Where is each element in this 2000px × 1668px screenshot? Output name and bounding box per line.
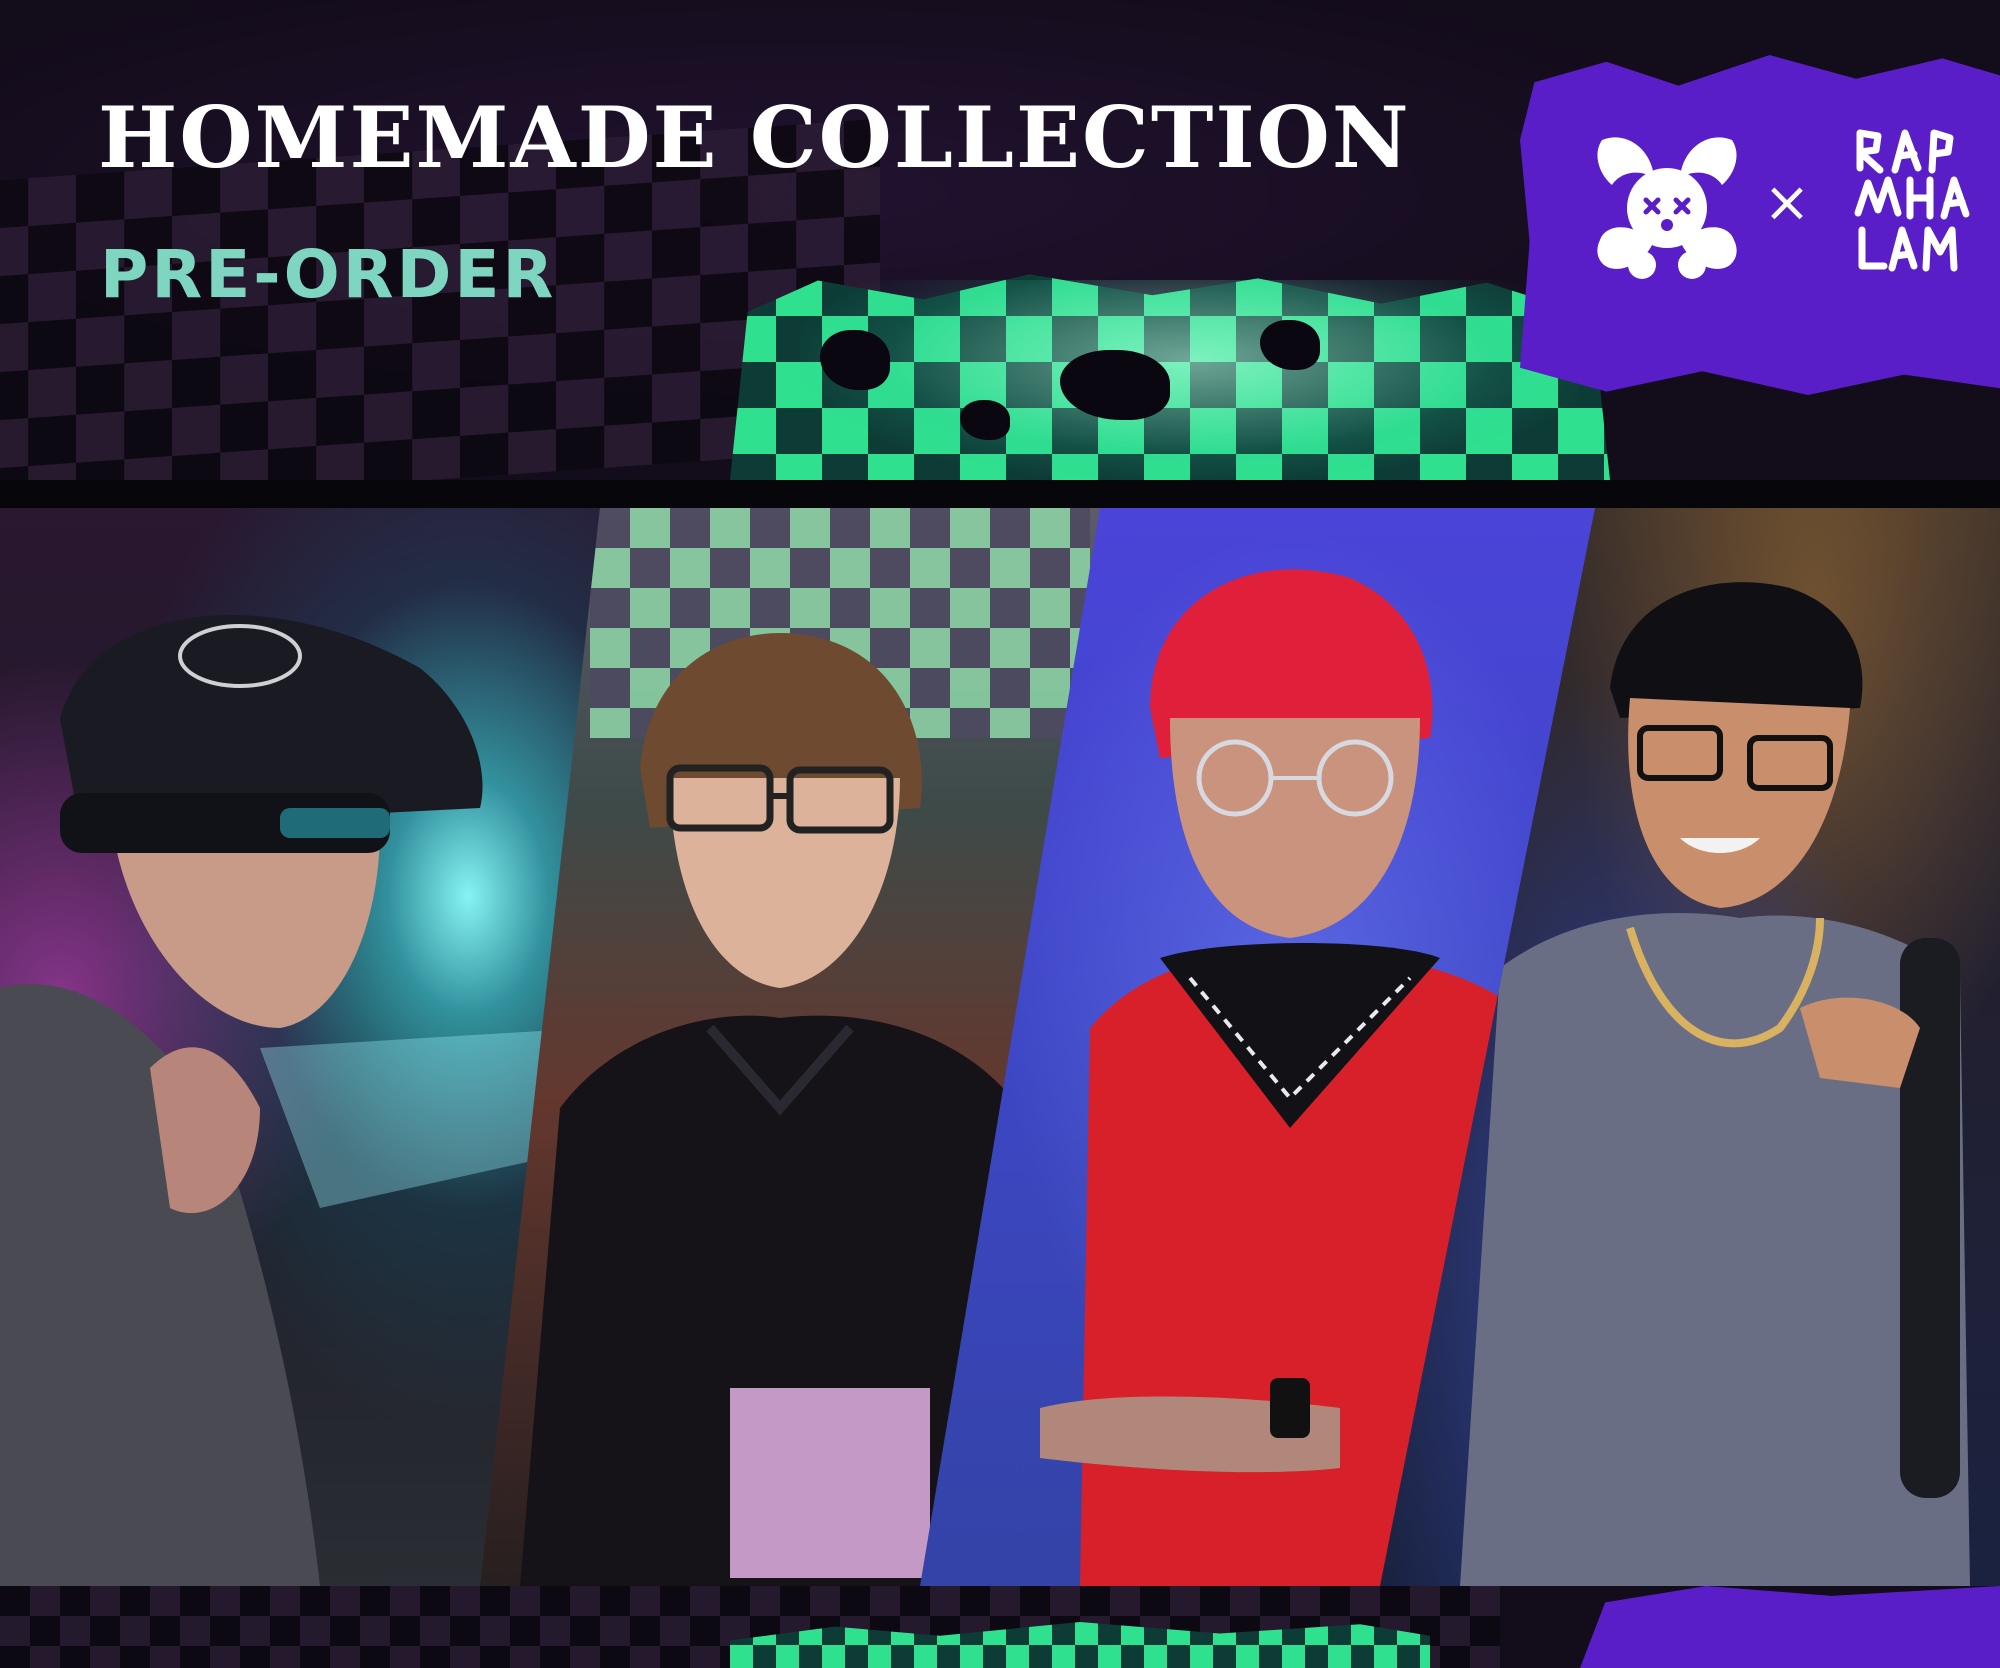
collab-separator: × [1763, 170, 1811, 235]
model-photo-strip [0, 508, 2000, 1586]
graffiti-logo-icon [1840, 118, 1980, 298]
purple-brush-patch [1580, 1586, 2000, 1668]
green-checker-splash [730, 1622, 1430, 1668]
collection-title: HOMEMADE COLLECTION [98, 88, 1411, 187]
clown-logo-icon [1582, 130, 1752, 290]
banner-header: HOMEMADE COLLECTION PRE-ORDER × [0, 0, 2000, 480]
pre-order-label: PRE-ORDER [100, 236, 557, 313]
green-glow [800, 280, 1580, 480]
banner-footer [0, 1586, 2000, 1668]
